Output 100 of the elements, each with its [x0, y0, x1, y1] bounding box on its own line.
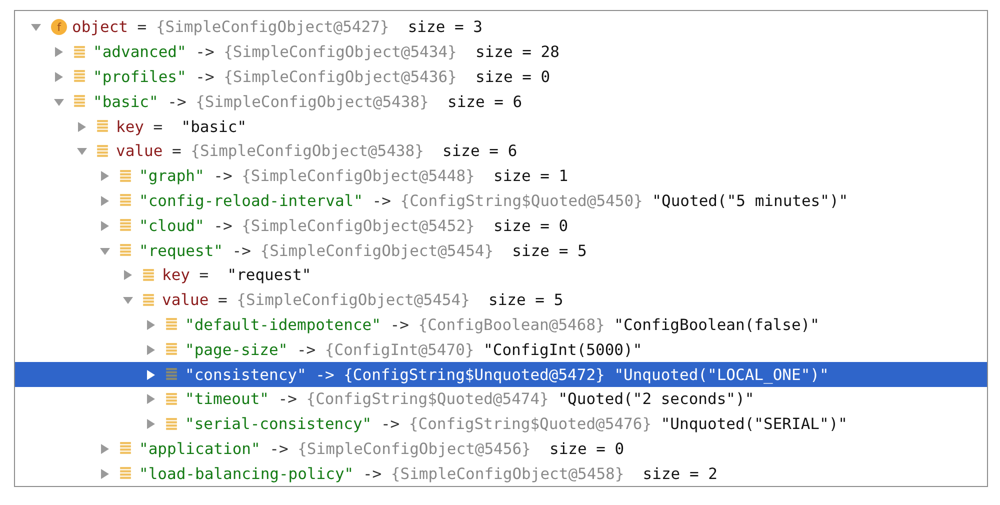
operator: = — [137, 18, 147, 36]
expand-arrow-icon[interactable] — [100, 196, 110, 206]
tree-row[interactable]: "serial-consistency" -> {ConfigString$Quoted@5476} "Unquoted("SERIAL")" — [15, 412, 987, 437]
operator: -> — [372, 192, 391, 210]
collapse-arrow-icon[interactable] — [100, 246, 110, 256]
value-text: "Quoted("2 seconds")" — [558, 390, 754, 408]
tree-row[interactable]: "graph" -> {SimpleConfigObject@5448} size = 1 — [15, 164, 987, 189]
tree-row[interactable]: "profiles" -> {SimpleConfigObject@5436} size = 0 — [15, 64, 987, 90]
size-label: size = 0 — [549, 440, 624, 458]
selected-row[interactable]: "consistency" -> {ConfigString$Unquoted@5472} "Unquoted("LOCAL_ONE")" — [15, 362, 987, 387]
object-reference: {ConfigBoolean@5468} — [418, 316, 605, 334]
value-text: "ConfigInt(5000)" — [484, 340, 642, 359]
expand-arrow-icon[interactable] — [100, 444, 110, 454]
expand-arrow-icon[interactable] — [146, 320, 156, 330]
entry-key: "graph" — [139, 167, 204, 186]
value-text: "Unquoted("LOCAL_ONE")" — [614, 366, 829, 384]
entry-key: "default-idempotence" — [185, 316, 381, 334]
operator: = — [172, 142, 182, 160]
size-label: size = 28 — [475, 43, 560, 62]
operator: -> — [196, 68, 214, 86]
expand-arrow-icon[interactable] — [54, 72, 64, 82]
tree-row[interactable]: "timeout" -> {ConfigString$Quoted@5474} "Quoted("2 seconds")" — [15, 386, 987, 412]
object-reference: {SimpleConfigObject@5448} — [242, 167, 475, 186]
tree-row[interactable]: "application" -> {SimpleConfigObject@5456} size = 0 — [15, 436, 987, 462]
operator: -> — [196, 43, 214, 62]
tree-row[interactable]: "default-idempotence" -> {ConfigBoolean@5468} "ConfigBoolean(false)" — [15, 312, 987, 338]
object-reference: {SimpleConfigObject@5427} — [156, 18, 390, 36]
expand-arrow-icon[interactable] — [100, 220, 110, 231]
size-label: size = 5 — [512, 242, 587, 260]
list-icon — [166, 318, 177, 332]
entry-key: "page-size" — [185, 340, 288, 359]
size-label: size = 1 — [493, 167, 568, 186]
list-icon — [143, 294, 154, 307]
list-icon — [97, 120, 108, 134]
object-reference: {SimpleConfigObject@5438} — [190, 142, 424, 160]
tree-row[interactable]: "page-size" -> {ConfigInt@5470} "ConfigInt(5000)" — [15, 337, 987, 362]
expand-arrow-icon[interactable] — [146, 370, 156, 380]
collapse-arrow-icon[interactable] — [54, 96, 64, 107]
tree-row[interactable]: "basic" -> {SimpleConfigObject@5438} size = 6 — [15, 89, 987, 114]
entry-key: "application" — [139, 440, 260, 458]
expand-arrow-icon[interactable] — [100, 171, 110, 182]
list-icon — [120, 442, 131, 456]
object-reference: {SimpleConfigObject@5454} — [236, 291, 470, 310]
list-icon — [166, 343, 177, 356]
size-label: size = 6 — [442, 142, 518, 160]
variable-name: value — [116, 142, 163, 160]
operator: -> — [214, 167, 232, 186]
object-reference: {ConfigString$Quoted@5476} — [408, 415, 652, 434]
size-label: size = 5 — [488, 291, 564, 310]
expand-arrow-icon[interactable] — [146, 394, 156, 404]
tree-row[interactable]: "advanced" -> {SimpleConfigObject@5434} size = 28 — [15, 40, 987, 65]
operator: -> — [390, 316, 409, 334]
tree-row[interactable]: f object = {SimpleConfigObject@5427} size = 3 — [15, 15, 987, 40]
list-icon — [166, 418, 177, 431]
object-reference: {SimpleConfigObject@5438} — [196, 92, 429, 111]
collapse-arrow-icon[interactable] — [123, 295, 133, 306]
list-icon — [120, 219, 131, 232]
operator: -> — [362, 464, 382, 483]
object-reference: {SimpleConfigObject@5458} — [390, 464, 624, 483]
variable-name: key — [116, 118, 144, 136]
operator: -> — [316, 366, 334, 384]
list-icon — [97, 144, 108, 158]
expand-arrow-icon[interactable] — [77, 122, 87, 132]
tree-row[interactable]: "cloud" -> {SimpleConfigObject@5452} size = 0 — [15, 213, 987, 238]
operator: -> — [214, 216, 232, 235]
operator: -> — [232, 242, 251, 260]
operator: = — [218, 291, 228, 310]
size-label: size = 0 — [475, 68, 550, 86]
operator: = — [153, 118, 163, 136]
expand-arrow-icon[interactable] — [146, 419, 156, 430]
tree-row[interactable]: value = {SimpleConfigObject@5454} size = 5 — [15, 288, 987, 313]
collapse-arrow-icon[interactable] — [77, 146, 87, 156]
variable-name: key — [162, 266, 190, 284]
collapse-arrow-icon[interactable] — [31, 22, 41, 32]
expand-arrow-icon[interactable] — [54, 47, 64, 58]
object-reference: {ConfigString$Quoted@5450} — [400, 192, 643, 210]
tree-row[interactable]: "config-reload-interval" -> {ConfigString$Quoted@5450} "Quoted("5 minutes")" — [15, 188, 987, 214]
entry-key: "basic" — [93, 92, 158, 111]
tree-row[interactable]: key = "basic" — [15, 114, 987, 139]
tree-row[interactable]: key = "request" — [15, 262, 987, 288]
expand-arrow-icon[interactable] — [123, 270, 133, 280]
size-label: size = 0 — [493, 216, 568, 235]
list-icon — [120, 194, 131, 208]
tree-row[interactable]: "request" -> {SimpleConfigObject@5454} size = 5 — [15, 238, 987, 263]
value-text: "Unquoted("SERIAL")" — [660, 415, 848, 434]
entry-key: "profiles" — [93, 68, 186, 86]
size-label: size = 3 — [408, 18, 482, 36]
value-text: "request" — [227, 266, 312, 284]
tree-row[interactable]: value = {SimpleConfigObject@5438} size = 6 — [15, 138, 987, 164]
expand-arrow-icon[interactable] — [100, 468, 110, 479]
tree-row[interactable]: "load-balancing-policy" -> {SimpleConfigObject@5458} size = 2 — [15, 461, 987, 486]
entry-key: "cloud" — [139, 216, 204, 235]
object-reference: {SimpleConfigObject@5436} — [224, 68, 457, 86]
object-reference: {ConfigInt@5470} — [324, 340, 474, 359]
entry-key: "consistency" — [185, 366, 306, 384]
expand-arrow-icon[interactable] — [146, 344, 156, 355]
operator: -> — [296, 340, 316, 359]
operator: -> — [278, 390, 297, 408]
variable-name: object — [72, 18, 128, 36]
list-icon — [74, 70, 85, 84]
